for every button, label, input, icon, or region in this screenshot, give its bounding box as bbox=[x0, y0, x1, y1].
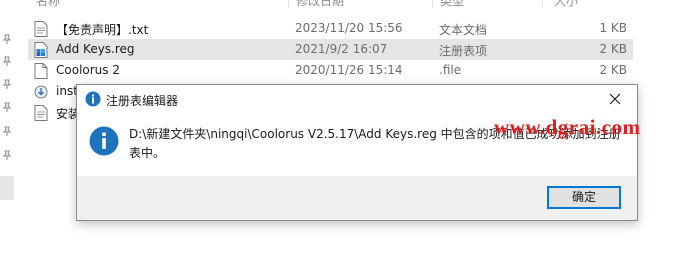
column-name[interactable]: 名称 bbox=[36, 0, 60, 9]
file-size: 1 KB bbox=[599, 21, 627, 35]
ok-button[interactable]: 确定 bbox=[547, 186, 621, 209]
pin-icon[interactable] bbox=[2, 56, 12, 66]
quick-access-rail bbox=[0, 0, 16, 270]
file-name: 【免责声明】.txt bbox=[56, 23, 149, 37]
rail-selection bbox=[0, 176, 14, 200]
registry-file-icon bbox=[34, 42, 48, 58]
file-type: .file bbox=[439, 63, 462, 77]
file-size: 2 KB bbox=[599, 63, 627, 77]
file-type: 注册表项 bbox=[439, 44, 488, 58]
blank-file-icon bbox=[34, 63, 48, 79]
registry-editor-dialog: 注册表编辑器 D:\新建文件夹\ningqi\Coolorus V2.5.17\… bbox=[76, 84, 638, 221]
column-date[interactable]: 修改日期 bbox=[296, 0, 344, 9]
file-type: 文本文档 bbox=[439, 23, 488, 37]
file-date: 2020/11/26 15:14 bbox=[295, 63, 403, 77]
column-divider[interactable] bbox=[288, 0, 289, 8]
column-divider[interactable] bbox=[542, 0, 543, 8]
file-size: 2 KB bbox=[599, 42, 627, 56]
pin-icon[interactable] bbox=[2, 126, 12, 136]
dialog-footer: 确定 bbox=[77, 176, 637, 220]
dialog-title-bar[interactable]: 注册表编辑器 bbox=[77, 85, 637, 113]
file-row[interactable]: 【免责声明】.txt 2023/11/20 15:56 文本文档 1 KB bbox=[28, 18, 633, 39]
file-name: inst bbox=[56, 84, 78, 98]
pin-icon[interactable] bbox=[2, 150, 12, 160]
installer-icon bbox=[34, 85, 48, 99]
text-file-icon bbox=[34, 105, 48, 121]
file-date: 2023/11/20 15:56 bbox=[295, 21, 403, 35]
file-name: Add Keys.reg bbox=[56, 42, 135, 56]
file-row-selected[interactable]: Add Keys.reg 2021/9/2 16:07 注册表项 2 KB bbox=[28, 39, 633, 60]
pin-icon[interactable] bbox=[2, 34, 12, 44]
column-header: 名称 修改日期 类型 大小 bbox=[20, 0, 684, 8]
pin-icon[interactable] bbox=[2, 79, 12, 89]
column-type[interactable]: 类型 bbox=[440, 0, 464, 9]
file-row[interactable]: Coolorus 2 2020/11/26 15:14 .file 2 KB bbox=[28, 60, 633, 81]
watermark: www.dgrai.com bbox=[494, 115, 641, 139]
close-icon[interactable] bbox=[593, 85, 637, 113]
info-icon bbox=[85, 91, 101, 107]
column-size[interactable]: 大小 bbox=[554, 0, 578, 9]
pin-icon[interactable] bbox=[2, 102, 12, 112]
info-icon bbox=[89, 126, 119, 156]
text-file-icon bbox=[34, 21, 48, 37]
dialog-title: 注册表编辑器 bbox=[106, 94, 179, 108]
file-date: 2021/9/2 16:07 bbox=[295, 42, 388, 56]
file-name: Coolorus 2 bbox=[56, 63, 120, 77]
column-divider[interactable] bbox=[432, 0, 433, 8]
